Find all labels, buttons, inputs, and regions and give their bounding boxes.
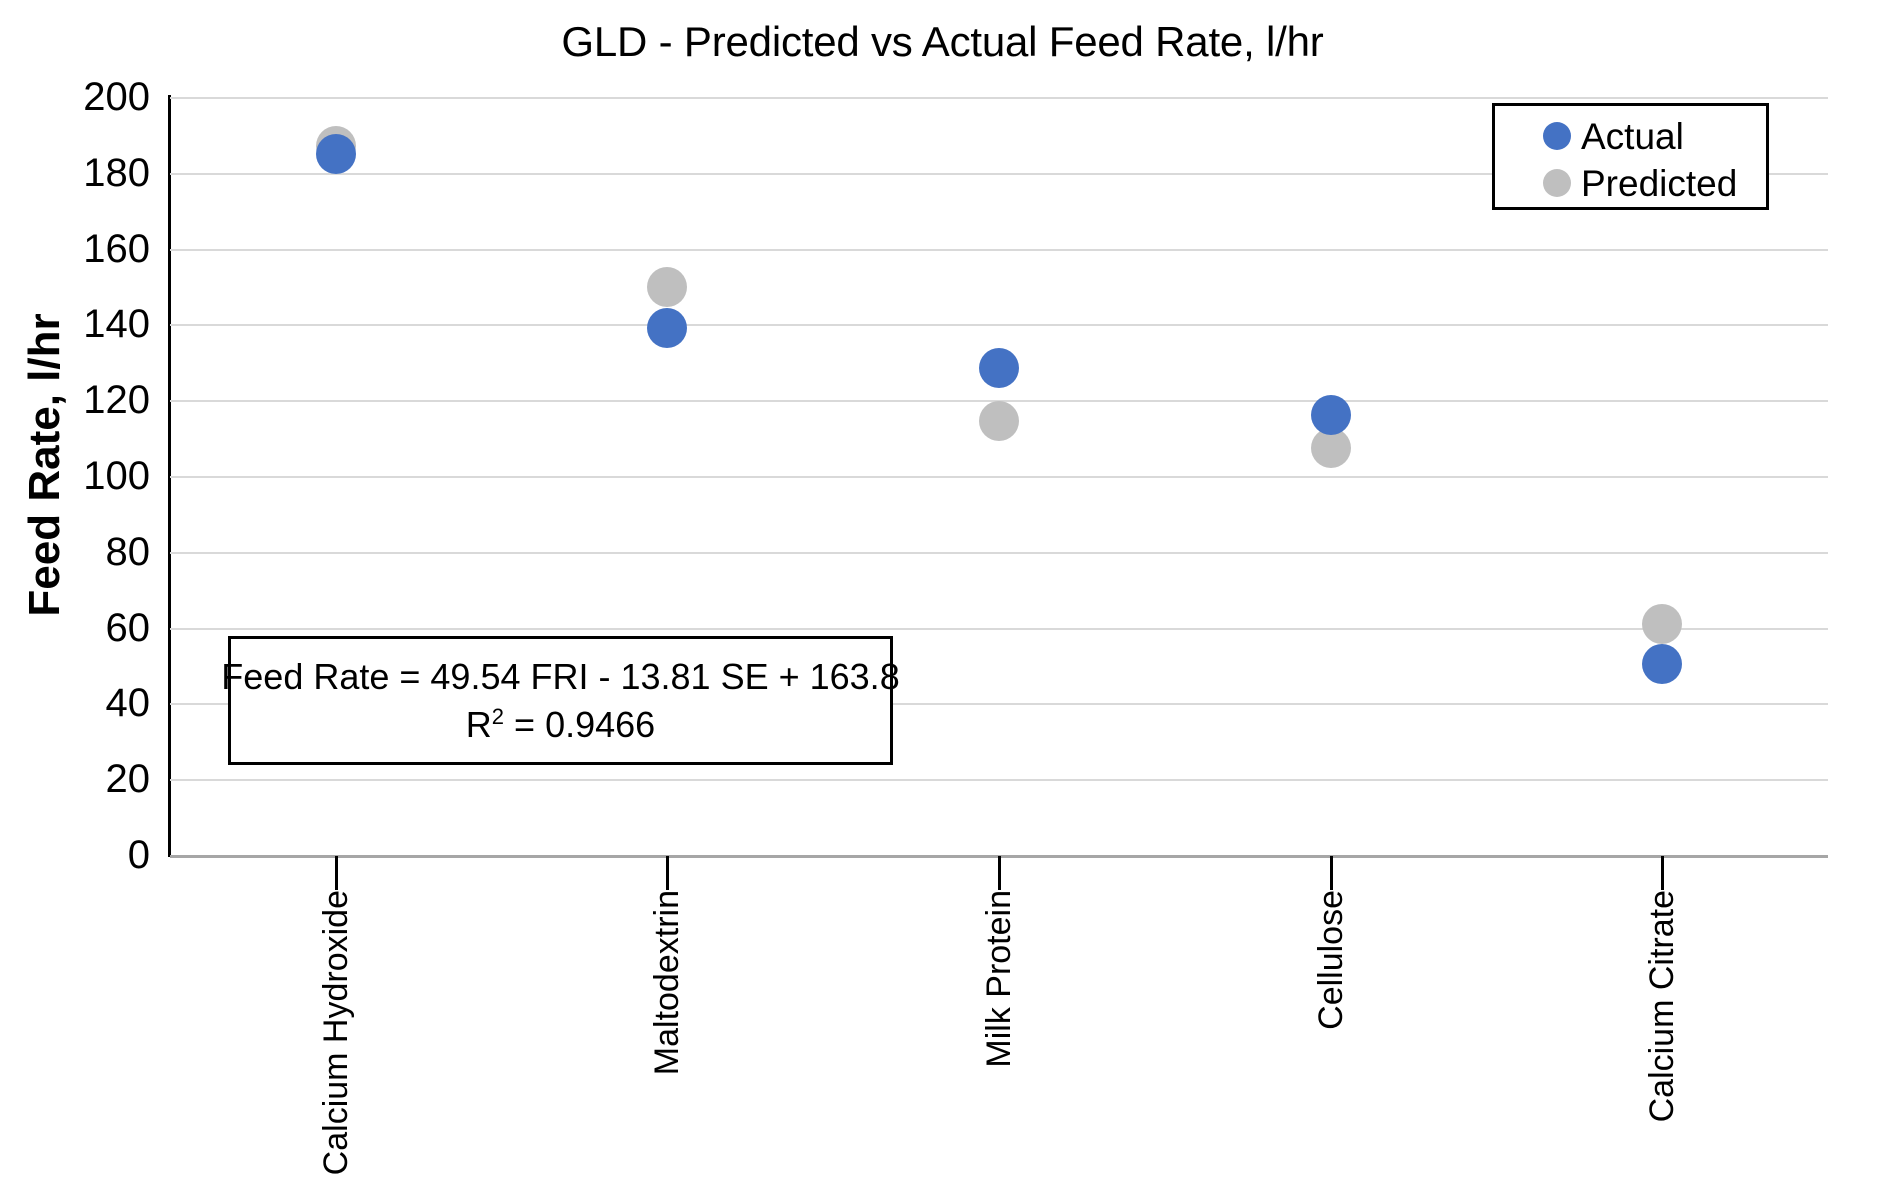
x-axis-label-3: Cellulose <box>1301 890 1361 1180</box>
gridline-200 <box>170 97 1828 99</box>
data-point-actual-0[interactable] <box>315 133 356 174</box>
data-point-predicted-1[interactable] <box>647 266 688 307</box>
x-tick-1 <box>666 856 670 890</box>
data-point-actual-4[interactable] <box>1642 643 1683 684</box>
y-tick-label-200: 200 <box>83 75 150 119</box>
gridline-140 <box>170 324 1828 327</box>
legend-label-predicted: Predicted <box>1581 162 1738 204</box>
x-tick-3 <box>1329 856 1333 890</box>
legend-item-predicted[interactable]: Predicted <box>1543 159 1737 207</box>
gridline-80 <box>170 551 1828 554</box>
equation-formula: Feed Rate = 49.54 FRI - 13.81 SE + 163.8 <box>221 655 900 697</box>
x-tick-2 <box>998 856 1001 890</box>
x-axis-label-text: Calcium Citrate <box>1643 890 1682 1123</box>
data-point-predicted-2[interactable] <box>979 401 1019 442</box>
gridline-20 <box>170 779 1828 782</box>
data-point-actual-2[interactable] <box>979 347 1019 388</box>
y-tick-label-140: 140 <box>83 302 150 347</box>
x-axis-label-text: Calcium Hydroxide <box>316 890 355 1176</box>
r-symbol: R <box>465 703 492 745</box>
data-point-predicted-4[interactable] <box>1642 603 1683 644</box>
x-axis-label-text: Maltodextrin <box>648 890 687 1076</box>
y-tick-label-180: 180 <box>83 150 150 195</box>
y-tick-label-120: 120 <box>83 378 150 423</box>
x-tick-4 <box>1661 856 1665 890</box>
r-value: = 0.9466 <box>504 703 656 745</box>
x-axis-label-text: Milk Protein <box>980 890 1018 1068</box>
y-tick-label-40: 40 <box>105 681 151 726</box>
gridline-160 <box>170 248 1828 251</box>
data-point-actual-3[interactable] <box>1310 395 1351 436</box>
legend-marker-predicted-icon <box>1543 169 1571 197</box>
y-tick-label-20: 20 <box>105 757 151 802</box>
chart-container: GLD - Predicted vs Actual Feed Rate, l/h… <box>0 0 1885 1183</box>
x-axis-label-0: Calcium Hydroxide <box>306 890 366 1180</box>
chart-legend[interactable]: Actual Predicted <box>1492 103 1769 210</box>
legend-item-actual[interactable]: Actual <box>1543 112 1684 160</box>
x-axis-label-4: Calcium Citrate <box>1632 890 1692 1180</box>
y-tick-label-100: 100 <box>83 454 150 498</box>
y-tick-label-0: 0 <box>127 833 150 877</box>
gridline-60 <box>170 627 1828 630</box>
x-axis-label-2: Milk Protein <box>969 890 1029 1180</box>
x-axis-label-text: Cellulose <box>1311 890 1350 1030</box>
r-exponent: 2 <box>491 703 505 729</box>
y-tick-label-60: 60 <box>105 605 151 650</box>
chart-title: GLD - Predicted vs Actual Feed Rate, l/h… <box>561 18 1324 65</box>
y-tick-label-160: 160 <box>83 226 150 271</box>
gridline-100 <box>170 476 1828 478</box>
equation-annotation-box: Feed Rate = 49.54 FRI - 13.81 SE + 163.8… <box>221 636 900 765</box>
legend-label-actual: Actual <box>1581 115 1684 157</box>
y-tick-label-80: 80 <box>105 529 151 574</box>
legend-marker-actual-icon <box>1543 122 1571 150</box>
x-tick-0 <box>334 856 338 890</box>
x-axis-label-1: Maltodextrin <box>637 890 697 1180</box>
data-point-actual-1[interactable] <box>647 308 688 349</box>
equation-r-squared: R2 = 0.9466 <box>466 701 655 749</box>
